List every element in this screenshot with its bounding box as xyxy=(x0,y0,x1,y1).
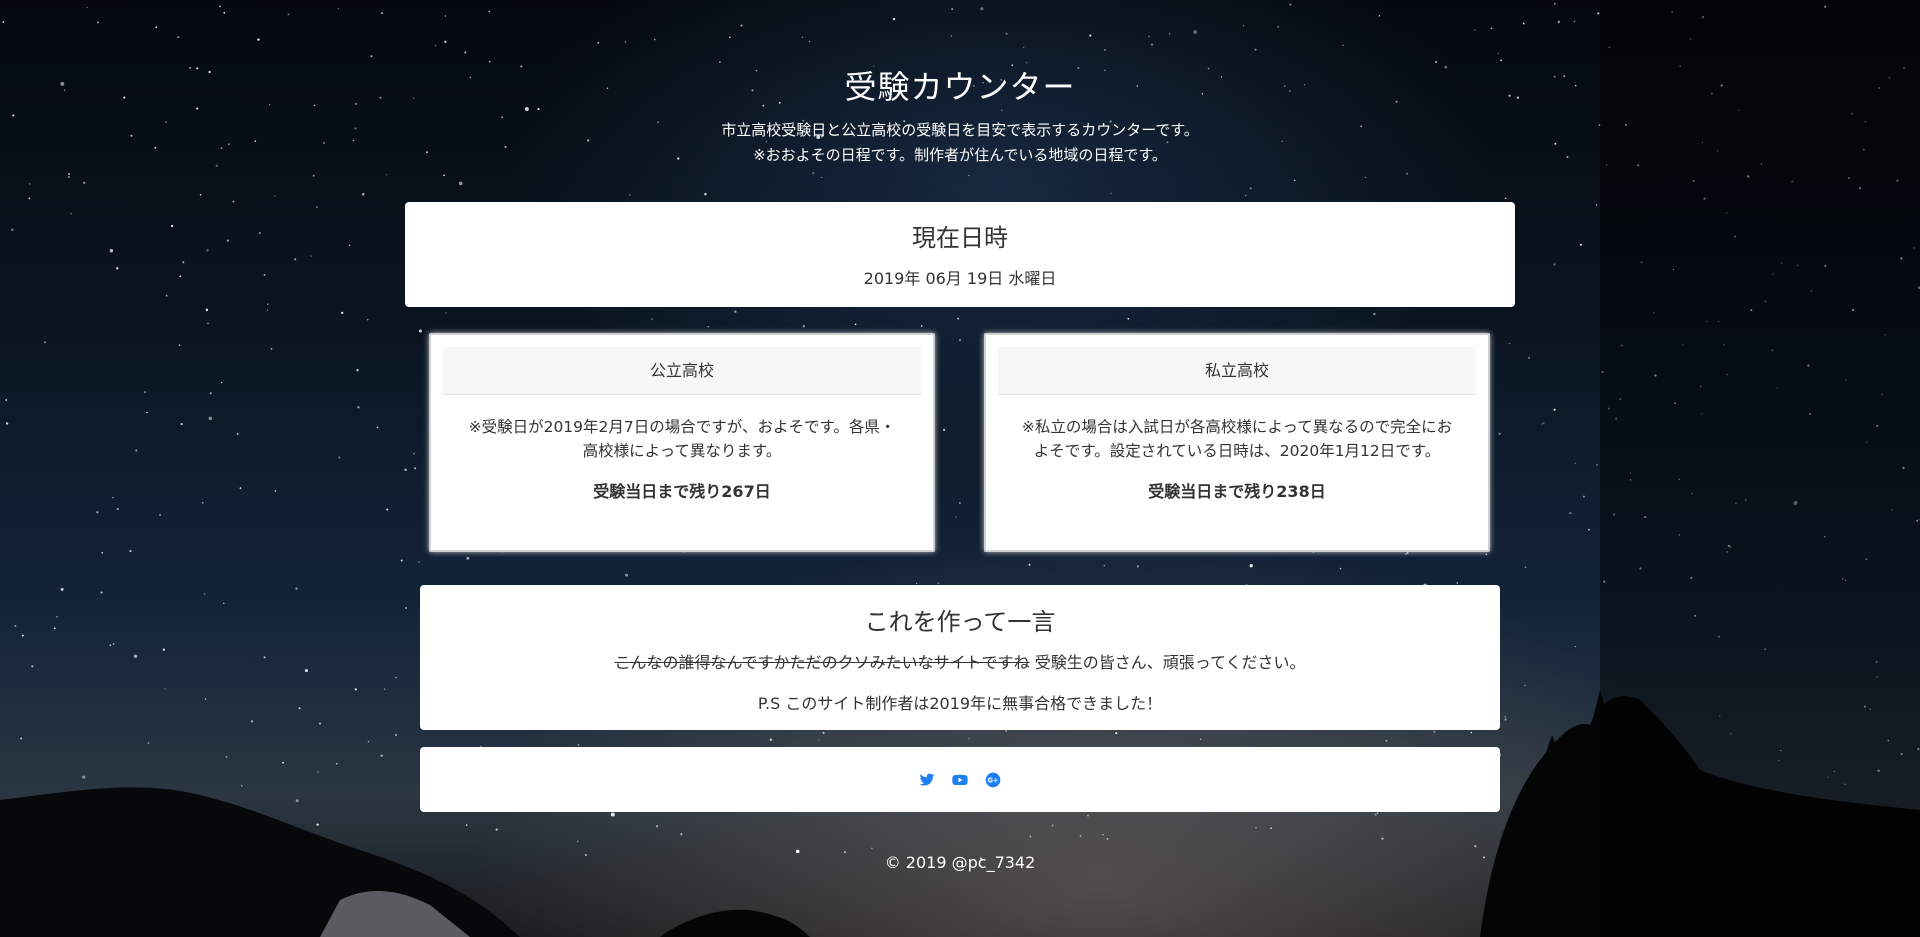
page-subtitle: 市立高校受験日と公立高校の受験日を目安で表示するカウンターです。 ※おおよその日… xyxy=(0,118,1920,168)
private-school-card: 私立高校 ※私立の場合は入試日が各高校様によって異なるので完全におよそです。設定… xyxy=(984,333,1490,552)
message-body: 受験生の皆さん、頑張ってください。 xyxy=(1029,653,1306,672)
public-school-remaining: 受験当日まで残り267日 xyxy=(593,482,771,501)
struck-text: こんなの誰得なんですかただのクソみたいなサイトですね xyxy=(614,653,1030,672)
twitter-icon[interactable] xyxy=(919,772,935,788)
youtube-icon[interactable] xyxy=(952,772,968,788)
footer-copyright: © 2019 @pc_7342 xyxy=(884,853,1036,872)
google-plus-icon[interactable]: G+ xyxy=(985,772,1001,788)
message-card: これを作って一言 こんなの誰得なんですかただのクソみたいなサイトですね 受験生の… xyxy=(420,585,1500,730)
current-date-heading: 現在日時 xyxy=(912,224,1008,252)
public-school-note: ※受験日が2019年2月7日の場合ですが、およそです。各県・高校様によって異なり… xyxy=(468,418,896,460)
public-school-card: 公立高校 ※受験日が2019年2月7日の場合ですが、およそです。各県・高校様によ… xyxy=(429,333,935,552)
public-school-heading: 公立高校 xyxy=(443,347,921,395)
current-date-card: 現在日時 2019年 06月 19日 水曜日 xyxy=(405,202,1515,307)
private-school-heading: 私立高校 xyxy=(998,347,1476,395)
svg-text:G+: G+ xyxy=(987,776,998,784)
message-text: こんなの誰得なんですかただのクソみたいなサイトですね 受験生の皆さん、頑張ってく… xyxy=(420,649,1500,673)
subtitle-line: 市立高校受験日と公立高校の受験日を目安で表示するカウンターです。 xyxy=(721,121,1199,139)
subtitle-line: ※おおよその日程です。制作者が住んでいる地域の日程です。 xyxy=(753,146,1167,164)
social-links-card: G+ xyxy=(420,747,1500,812)
current-date-value: 2019年 06月 19日 水曜日 xyxy=(863,269,1057,288)
private-school-note: ※私立の場合は入試日が各高校様によって異なるので完全におよそです。設定されている… xyxy=(1021,418,1453,460)
message-heading: これを作って一言 xyxy=(864,608,1056,636)
message-ps: P.S このサイト制作者は2019年に無事合格できました！ xyxy=(757,694,1163,713)
page-title: 受験カウンター xyxy=(844,68,1076,106)
private-school-remaining: 受験当日まで残り238日 xyxy=(1148,482,1326,501)
